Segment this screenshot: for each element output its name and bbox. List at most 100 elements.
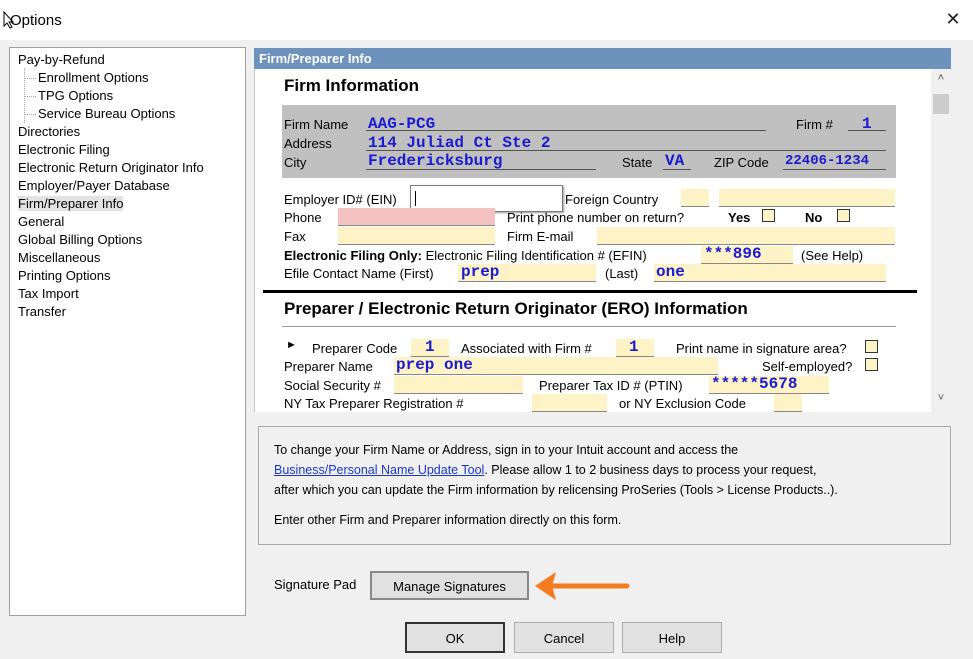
efile-contact-last-label: (Last) bbox=[605, 266, 639, 281]
tree-item-service-bureau-options[interactable]: Service Bureau Options bbox=[38, 106, 175, 121]
scrollbar-thumb[interactable] bbox=[933, 94, 949, 114]
address-value: 114 Juliad Ct Ste 2 bbox=[368, 134, 551, 152]
phone-field[interactable] bbox=[338, 208, 495, 226]
tree-item-employer-payer-database[interactable]: Employer/Payer Database bbox=[18, 178, 170, 193]
efile-contact-last-value: one bbox=[656, 263, 685, 281]
associated-firm-label: Associated with Firm # bbox=[461, 341, 592, 356]
scroll-up-icon[interactable]: ˄ bbox=[931, 72, 951, 92]
foreign-country-code-field[interactable] bbox=[681, 189, 709, 207]
print-phone-yes-checkbox[interactable] bbox=[762, 209, 775, 222]
state-value: VA bbox=[665, 152, 685, 170]
orange-arrow-icon bbox=[535, 572, 630, 600]
self-employed-checkbox[interactable] bbox=[865, 358, 878, 371]
city-label: City bbox=[284, 155, 307, 170]
ny-registration-field[interactable] bbox=[532, 394, 607, 412]
ok-button[interactable]: OK bbox=[405, 622, 505, 653]
preparer-name-value: prep one bbox=[396, 356, 473, 374]
ssn-label: Social Security # bbox=[284, 378, 381, 393]
fax-field[interactable] bbox=[338, 227, 495, 245]
city-value: Fredericksburg bbox=[368, 152, 503, 170]
see-help-label: (See Help) bbox=[801, 248, 864, 263]
tree-item-general[interactable]: General bbox=[18, 214, 64, 229]
close-icon[interactable]: ✕ bbox=[944, 10, 962, 28]
row-pointer-icon: ► bbox=[286, 339, 297, 351]
firm-info-heading: Firm Information bbox=[284, 76, 420, 95]
firm-name-value: AAG-PCG bbox=[368, 115, 436, 133]
tree-item-enrollment-options[interactable]: Enrollment Options bbox=[38, 70, 149, 85]
phone-label: Phone bbox=[284, 210, 322, 225]
title-bar bbox=[0, 0, 973, 40]
foreign-country-field[interactable] bbox=[719, 189, 895, 207]
firm-name-label: Firm Name bbox=[284, 117, 349, 132]
tree-item-electronic-filing[interactable]: Electronic Filing bbox=[18, 142, 110, 157]
tree-item-pay-by-refund[interactable]: Pay-by-Refund bbox=[18, 52, 105, 67]
efin-label: Electronic Filing Only: Electronic Filin… bbox=[284, 248, 647, 263]
ptin-label: Preparer Tax ID # (PTIN) bbox=[539, 378, 683, 393]
info-line-1: To change your Firm Name or Address, sig… bbox=[274, 443, 739, 457]
state-label: State bbox=[622, 155, 653, 170]
efin-desc-label: Electronic Filing Identification # (EFIN… bbox=[425, 248, 647, 263]
tree-item-tpg-options[interactable]: TPG Options bbox=[38, 88, 113, 103]
self-employed-label: Self-employed? bbox=[762, 359, 853, 374]
manage-signatures-button[interactable]: Manage Signatures bbox=[370, 571, 529, 600]
window-title: Options bbox=[10, 12, 62, 29]
efin-bold-label: Electronic Filing Only: bbox=[284, 248, 422, 263]
ny-exclusion-label: or NY Exclusion Code bbox=[619, 396, 746, 411]
tree-connector bbox=[24, 78, 36, 79]
ny-exclusion-field[interactable] bbox=[774, 394, 802, 412]
ein-label: Employer ID# (EIN) bbox=[284, 192, 397, 207]
info-line-3: after which you can update the Firm info… bbox=[274, 483, 838, 497]
preparer-heading-rule bbox=[282, 326, 896, 327]
zip-value: 22406-1234 bbox=[785, 153, 870, 169]
firm-number-value: 1 bbox=[862, 115, 872, 133]
zip-label: ZIP Code bbox=[714, 155, 769, 170]
print-phone-no-checkbox[interactable] bbox=[837, 209, 850, 222]
signature-pad-label: Signature Pad bbox=[274, 577, 357, 592]
yes-label: Yes bbox=[728, 210, 751, 225]
zip-underline bbox=[783, 169, 886, 170]
tree-item-firm-preparer-info[interactable]: Firm/Preparer Info bbox=[18, 196, 124, 211]
tree-connector bbox=[24, 114, 36, 115]
ptin-value: *****5678 bbox=[711, 375, 798, 393]
name-update-tool-link[interactable]: Business/Personal Name Update Tool bbox=[274, 463, 484, 477]
info-line-2-rest: . Please allow 1 to 2 business days to p… bbox=[484, 463, 817, 477]
tree-item-miscellaneous[interactable]: Miscellaneous bbox=[18, 250, 100, 265]
ssn-field[interactable] bbox=[394, 376, 523, 394]
info-line-4: Enter other Firm and Preparer informatio… bbox=[274, 513, 622, 527]
firm-email-field[interactable] bbox=[597, 227, 895, 245]
firm-number-label: Firm # bbox=[796, 117, 833, 132]
print-phone-label: Print phone number on return? bbox=[507, 210, 685, 225]
cancel-button[interactable]: Cancel bbox=[514, 622, 614, 653]
help-button[interactable]: Help bbox=[622, 622, 722, 653]
foreign-country-label: Foreign Country bbox=[565, 192, 659, 207]
tree-item-global-billing-options[interactable]: Global Billing Options bbox=[18, 232, 142, 247]
preparer-heading: Preparer / Electronic Return Originator … bbox=[284, 299, 748, 318]
options-tree: Pay-by-Refund Enrollment Options TPG Opt… bbox=[9, 47, 246, 616]
efile-contact-last-field[interactable] bbox=[654, 264, 886, 282]
form-scrollbar[interactable] bbox=[931, 69, 951, 412]
no-label: No bbox=[805, 210, 823, 225]
preparer-name-label: Preparer Name bbox=[284, 359, 373, 374]
ny-registration-label: NY Tax Preparer Registration # bbox=[284, 396, 464, 411]
preparer-code-value: 1 bbox=[425, 338, 435, 356]
firm-email-label: Firm E-mail bbox=[507, 229, 574, 244]
print-name-checkbox[interactable] bbox=[865, 340, 878, 353]
tree-item-directories[interactable]: Directories bbox=[18, 124, 80, 139]
tree-item-tax-import[interactable]: Tax Import bbox=[18, 286, 79, 301]
tree-item-transfer[interactable]: Transfer bbox=[18, 304, 66, 319]
info-line-2: Business/Personal Name Update Tool. Plea… bbox=[274, 463, 816, 477]
panel-header: Firm/Preparer Info bbox=[254, 48, 951, 69]
section-divider bbox=[263, 290, 917, 293]
fax-label: Fax bbox=[284, 229, 306, 244]
tree-item-ero-info[interactable]: Electronic Return Originator Info bbox=[18, 160, 204, 175]
efin-value: ***896 bbox=[704, 245, 762, 263]
scroll-down-icon[interactable]: ˅ bbox=[931, 392, 951, 412]
efile-contact-first-value: prep bbox=[461, 263, 500, 281]
efile-contact-first-label: Efile Contact Name (First) bbox=[284, 266, 434, 281]
print-name-label: Print name in signature area? bbox=[676, 341, 847, 356]
text-caret bbox=[415, 191, 416, 206]
associated-firm-value: 1 bbox=[629, 338, 639, 356]
tree-connector bbox=[24, 96, 36, 97]
preparer-code-label: Preparer Code bbox=[312, 341, 398, 356]
tree-item-printing-options[interactable]: Printing Options bbox=[18, 268, 111, 283]
